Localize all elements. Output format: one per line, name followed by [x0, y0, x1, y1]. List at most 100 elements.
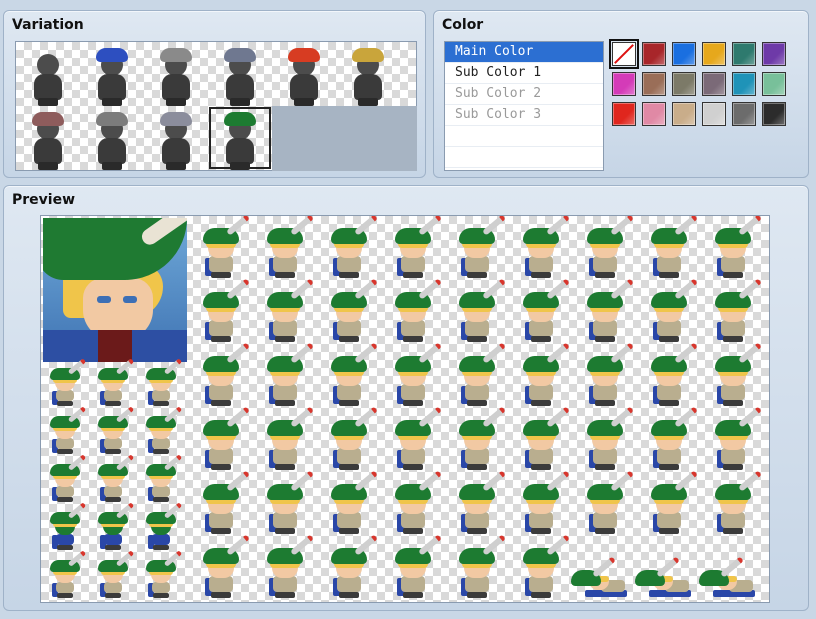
preview-title: Preview: [12, 192, 76, 208]
walk-sprite: [47, 358, 87, 406]
battler-sprite: [199, 342, 250, 406]
character-silhouette-icon: [284, 46, 324, 106]
variation-title: Variation: [12, 17, 84, 33]
battler-sprite: [519, 470, 570, 534]
battler-sprite: [455, 278, 506, 342]
color-swatch[interactable]: [702, 42, 726, 66]
color-swatch[interactable]: [642, 42, 666, 66]
battler-sprite: [199, 406, 250, 470]
character-silhouette-icon: [92, 46, 132, 106]
battler-sprite: [263, 216, 314, 278]
variation-item-grey-fedora[interactable]: [144, 106, 208, 170]
battler-sprite: [455, 534, 506, 598]
walk-sprite: [95, 454, 135, 502]
battler-sprite: [647, 278, 698, 342]
color-list-blank-row: [445, 126, 603, 147]
character-silhouette-icon: [156, 46, 196, 106]
variation-grid-empty-area: [272, 106, 417, 171]
battler-sprite: [583, 278, 634, 342]
battler-sprite: [391, 534, 442, 598]
battler-sprite: [519, 534, 570, 598]
walk-sprite: [143, 406, 183, 454]
walk-sprite: [47, 550, 87, 598]
variation-item-red-feather-hat[interactable]: [272, 42, 336, 106]
walk-sprite: [143, 502, 183, 550]
color-list-item-sub1[interactable]: Sub Color 1: [445, 63, 603, 84]
character-silhouette-icon: [92, 110, 132, 170]
variation-item-goggles-cap[interactable]: [208, 42, 272, 106]
preview-panel: Preview: [3, 185, 809, 611]
battler-sprite: [263, 278, 314, 342]
color-swatch-grid: [609, 39, 794, 135]
color-list-item-sub3[interactable]: Sub Color 3: [445, 105, 603, 126]
variation-item-bird-hood[interactable]: [144, 42, 208, 106]
battler-sprite: [199, 534, 250, 598]
battler-sprite: [583, 216, 634, 278]
battler-sprite: [647, 216, 698, 278]
color-list-item-sub2[interactable]: Sub Color 2: [445, 84, 603, 105]
battler-sprite: [327, 470, 378, 534]
color-swatch[interactable]: [762, 42, 786, 66]
color-swatch[interactable]: [672, 72, 696, 96]
color-swatch[interactable]: [702, 72, 726, 96]
battler-sprite: [263, 406, 314, 470]
battler-sprite: [327, 534, 378, 598]
battler-sprite: [711, 470, 762, 534]
color-list-blank-row: [445, 147, 603, 168]
walk-sprite: [95, 406, 135, 454]
battler-sprite: [455, 216, 506, 278]
battler-sprite: [391, 342, 442, 406]
battler-sprite: [327, 406, 378, 470]
walk-sprite: [47, 454, 87, 502]
walk-sprite: [95, 550, 135, 598]
variation-item-green-feather-hat[interactable]: [208, 106, 272, 170]
color-swatch[interactable]: [732, 72, 756, 96]
battler-sprite: [391, 470, 442, 534]
character-silhouette-icon: [28, 46, 68, 106]
battler-sprite: [263, 342, 314, 406]
variation-item-goggles[interactable]: [336, 42, 400, 106]
battler-sprite: [711, 342, 762, 406]
battler-sprite: [327, 342, 378, 406]
color-swatch[interactable]: [642, 102, 666, 126]
color-swatch[interactable]: [702, 102, 726, 126]
battler-sprite: [519, 278, 570, 342]
walk-sprite: [143, 358, 183, 406]
variation-panel: Variation: [3, 10, 426, 178]
character-silhouette-icon: [28, 110, 68, 170]
battler-sprite-down: [635, 556, 691, 598]
battler-sprite: [647, 470, 698, 534]
color-swatch[interactable]: [732, 102, 756, 126]
color-swatch[interactable]: [612, 102, 636, 126]
battler-sprite-down: [699, 556, 755, 598]
color-swatch[interactable]: [612, 72, 636, 96]
battler-sprite: [519, 216, 570, 278]
battler-sprite: [327, 278, 378, 342]
character-silhouette-icon: [220, 110, 260, 170]
color-swatch[interactable]: [762, 102, 786, 126]
no-color-swatch[interactable]: [609, 39, 639, 69]
color-list-item-main[interactable]: Main Color: [445, 42, 603, 63]
battler-sprite: [199, 278, 250, 342]
battler-sprite: [391, 278, 442, 342]
battler-sprite: [519, 406, 570, 470]
variation-grid[interactable]: [15, 41, 417, 171]
color-swatch[interactable]: [762, 72, 786, 96]
variation-item-blue-bandana[interactable]: [80, 42, 144, 106]
battler-sprite: [711, 406, 762, 470]
battler-sprite: [711, 278, 762, 342]
color-swatch[interactable]: [732, 42, 756, 66]
variation-item-newsboy-cap[interactable]: [16, 106, 80, 170]
battler-sprite: [647, 406, 698, 470]
face-portrait: [43, 218, 187, 362]
color-swatch[interactable]: [672, 102, 696, 126]
battler-sprite: [647, 342, 698, 406]
color-swatch[interactable]: [642, 72, 666, 96]
battler-sprite: [583, 470, 634, 534]
battler-sprite: [391, 216, 442, 278]
variation-item-horns[interactable]: [80, 106, 144, 170]
variation-item-none[interactable]: [16, 42, 80, 106]
battler-sprite: [583, 406, 634, 470]
color-swatch[interactable]: [672, 42, 696, 66]
color-target-list[interactable]: Main Color Sub Color 1 Sub Color 2 Sub C…: [444, 41, 604, 171]
